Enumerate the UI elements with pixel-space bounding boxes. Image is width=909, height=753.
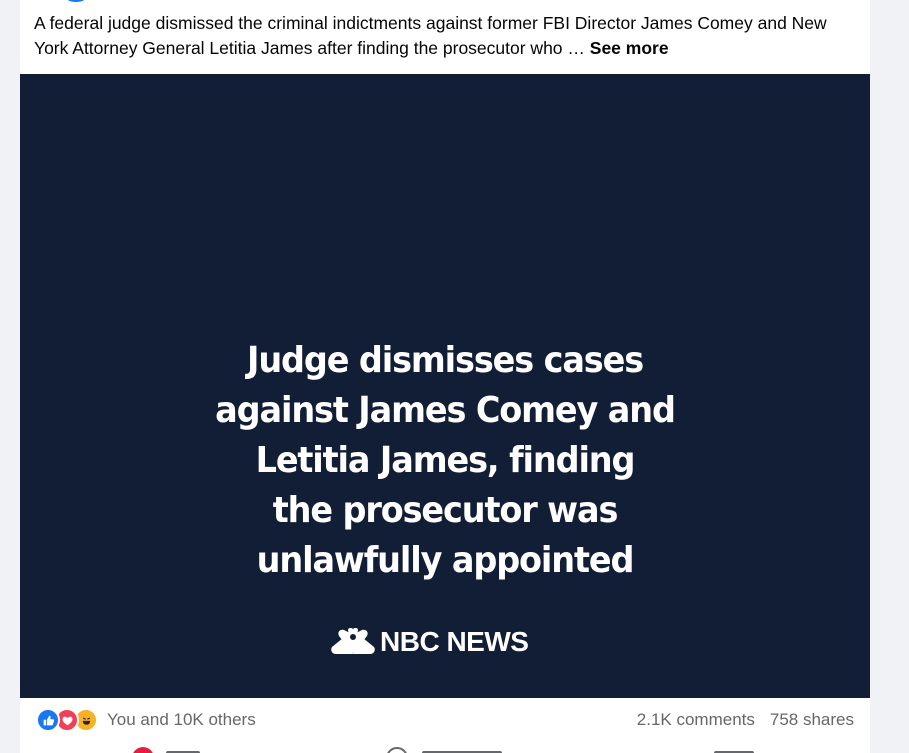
like-reaction-icon (36, 708, 60, 732)
see-more-link[interactable]: See more (590, 38, 669, 58)
headline-line: against James Comey and (215, 390, 676, 431)
post-caption: A federal judge dismissed the criminal i… (34, 11, 854, 60)
share-button-icon[interactable] (682, 747, 704, 753)
post-image[interactable]: Judge dismisses cases against James Come… (20, 74, 870, 698)
brand-name: NBC NEWS (380, 626, 529, 657)
nbc-news-logo: NBC NEWS (330, 626, 570, 658)
like-button-icon[interactable] (132, 747, 154, 753)
headline-line: the prosecutor was (272, 490, 619, 531)
post-card: A federal judge dismissed the criminal i… (20, 0, 870, 753)
headline-line: Letitia James, finding (255, 440, 636, 481)
nbc-peacock-icon (331, 628, 375, 654)
headline-line: unlawfully appointed (256, 540, 635, 581)
reactions-count[interactable]: You and 10K others (107, 710, 256, 730)
post-action-bar (20, 743, 870, 753)
page: A federal judge dismissed the criminal i… (0, 0, 909, 753)
author-avatar[interactable] (64, 0, 88, 2)
shares-count[interactable]: 758 shares (770, 710, 854, 730)
image-headline: Judge dismisses cases against James Come… (50, 336, 841, 586)
engagement-counts: 2.1K comments 758 shares (637, 710, 854, 730)
post-stats: You and 10K others 2.1K comments 758 sha… (20, 698, 870, 743)
reaction-summary[interactable]: You and 10K others (36, 708, 256, 732)
comment-button-icon[interactable] (386, 747, 408, 753)
comments-count[interactable]: 2.1K comments (637, 710, 755, 730)
headline-line: Judge dismisses cases (246, 340, 644, 381)
caption-text: A federal judge dismissed the criminal i… (34, 13, 827, 58)
